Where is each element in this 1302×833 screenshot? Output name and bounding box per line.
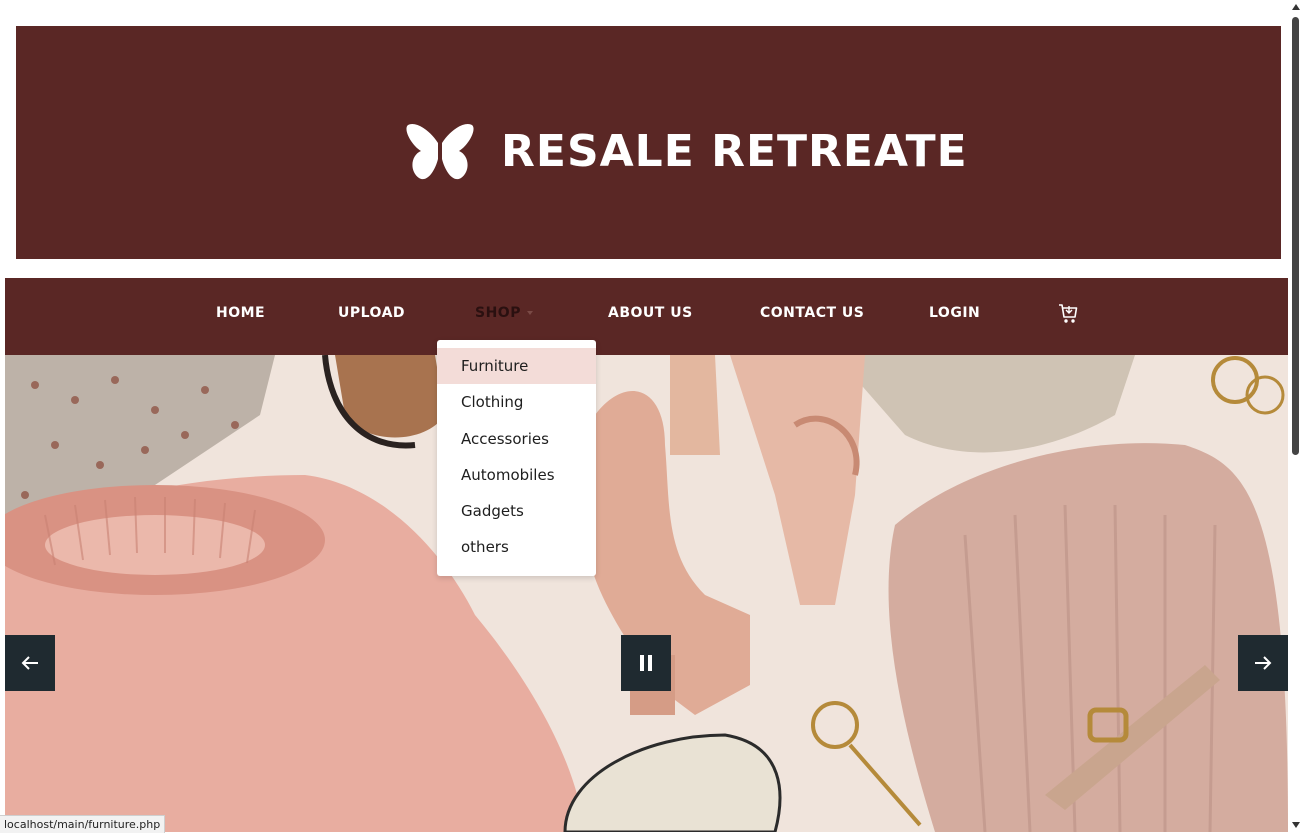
dropdown-item-furniture[interactable]: Furniture (437, 348, 596, 385)
dropdown-item-clothing[interactable]: Clothing (437, 384, 596, 420)
nav-login[interactable]: LOGIN (929, 278, 980, 355)
carousel-slide-image (5, 355, 1288, 832)
nav-about-us[interactable]: ABOUT US (608, 278, 693, 355)
nav-upload[interactable]: UPLOAD (338, 278, 405, 355)
dropdown-item-gadgets[interactable]: Gadgets (437, 493, 596, 529)
pause-icon (640, 655, 652, 671)
page-scrollbar[interactable] (1289, 0, 1302, 832)
brand-name: RESALE RETREATE (501, 126, 968, 177)
arrow-right-icon (1255, 656, 1272, 670)
hero-carousel (5, 355, 1288, 832)
scroll-down-icon[interactable] (1292, 822, 1300, 828)
nav-home[interactable]: HOME (216, 278, 265, 355)
carousel-prev-button[interactable] (5, 635, 55, 691)
dropdown-item-others[interactable]: others (437, 529, 596, 565)
scroll-thumb[interactable] (1292, 17, 1299, 455)
status-bar-url: localhost/main/furniture.php (0, 815, 166, 833)
scroll-up-icon[interactable] (1292, 4, 1300, 10)
nav-contact-us[interactable]: CONTACT US (760, 278, 864, 355)
site-logo[interactable]: RESALE RETREATE (405, 123, 968, 181)
carousel-next-button[interactable] (1238, 635, 1288, 691)
shop-dropdown-menu: Furniture Clothing Accessories Automobil… (437, 340, 596, 576)
nav-shop-label: SHOP (475, 305, 521, 321)
arrow-left-icon (21, 656, 38, 670)
cart-icon[interactable] (1058, 302, 1078, 326)
main-navbar: HOME UPLOAD SHOP ABOUT US CONTACT US LOG… (5, 278, 1288, 355)
caret-down-icon (526, 311, 533, 315)
carousel-pause-button[interactable] (621, 635, 671, 691)
dropdown-item-accessories[interactable]: Accessories (437, 421, 596, 457)
butterfly-icon (406, 123, 474, 180)
dropdown-item-automobiles[interactable]: Automobiles (437, 457, 596, 493)
